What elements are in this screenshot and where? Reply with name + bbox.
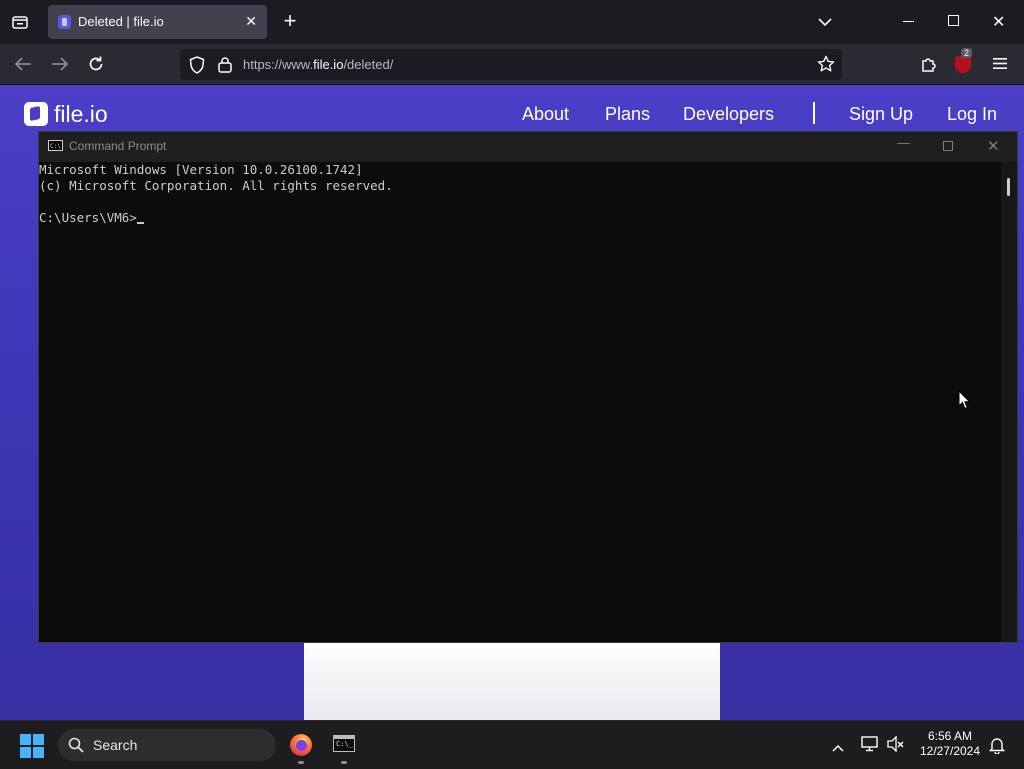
windows-start-icon[interactable] (20, 734, 45, 759)
menu-hamburger-icon[interactable] (993, 57, 1007, 75)
browser-tab-strip: Deleted | file.io ✕ + ✕ (0, 0, 1024, 44)
search-label: Search (93, 737, 138, 753)
command-prompt-window[interactable]: C:\ Command Prompt — ✕ Microsoft Windows… (38, 131, 1018, 643)
lock-icon[interactable] (218, 56, 232, 78)
nav-link-sign-up[interactable]: Sign Up (849, 104, 913, 125)
url-text[interactable]: https://www.file.io/deleted/ (243, 57, 393, 72)
shield-icon[interactable] (189, 56, 205, 79)
ublock-shield-icon[interactable]: 2 (955, 48, 973, 73)
running-indicator (341, 761, 347, 764)
console-line: Microsoft Windows [Version 10.0.26100.17… (39, 162, 363, 177)
tab-title: Deleted | file.io (78, 14, 164, 29)
nav-link-plans[interactable]: Plans (605, 104, 650, 125)
nav-link-log-in[interactable]: Log In (947, 104, 997, 125)
browser-nav-bar: https://www.file.io/deleted/ 2 (0, 44, 1024, 85)
clock-time: 6:56 AM (927, 729, 973, 743)
running-indicator (298, 761, 304, 764)
taskbar: Search C:\_ 6:56 AM 12/27/2024 (0, 720, 1024, 769)
nav-link-developers[interactable]: Developers (683, 104, 774, 125)
cmd-maximize-icon[interactable] (943, 141, 953, 151)
url-path: /deleted/ (343, 57, 394, 72)
nav-link-about[interactable]: About (522, 104, 569, 125)
text-cursor (136, 222, 144, 224)
extensions-puzzle-icon[interactable] (920, 55, 938, 78)
taskbar-firefox-button[interactable] (283, 727, 319, 764)
search-icon (68, 737, 84, 758)
site-logo[interactable]: file.io (24, 101, 108, 128)
fileio-favicon-icon (58, 15, 71, 29)
url-bar[interactable]: https://www.file.io/deleted/ (180, 49, 842, 80)
system-clock[interactable]: 6:56 AM 12/27/2024 (917, 729, 983, 759)
cmd-titlebar[interactable]: C:\ Command Prompt — ✕ (39, 132, 1017, 162)
logo-text: file.io (54, 101, 108, 127)
clock-date: 12/27/2024 (919, 744, 981, 758)
taskbar-search-box[interactable]: Search (58, 729, 276, 761)
console-prompt: C:\Users\VM6> (39, 210, 137, 225)
back-arrow-icon[interactable] (14, 56, 32, 77)
network-icon[interactable] (861, 736, 879, 757)
firefox-icon (290, 734, 312, 756)
forward-arrow-icon[interactable] (51, 56, 69, 77)
bookmark-star-icon[interactable] (817, 55, 835, 78)
cmd-scrollbar[interactable] (1001, 162, 1017, 642)
console-line: (c) Microsoft Corporation. All rights re… (39, 178, 393, 193)
url-host: file.io (313, 57, 344, 72)
content-card (304, 640, 720, 720)
fileio-logo-icon (24, 102, 48, 126)
mouse-pointer-icon (958, 389, 971, 415)
volume-muted-icon[interactable] (887, 735, 905, 757)
reload-icon[interactable] (87, 55, 105, 78)
browser-tab[interactable]: Deleted | file.io ✕ (48, 5, 267, 39)
taskbar-cmd-button[interactable]: C:\_ (326, 727, 362, 764)
restore-icon[interactable] (948, 15, 959, 26)
new-tab-icon[interactable]: + (280, 10, 300, 32)
cmd-scrollbar-thumb[interactable] (1007, 178, 1010, 196)
cmd-minimize-icon[interactable]: — (897, 135, 910, 150)
notification-bell-icon[interactable] (988, 736, 1006, 759)
cmd-title: Command Prompt (69, 139, 167, 153)
cmd-app-icon: C:\ (48, 140, 63, 151)
tray-overflow-chevron-icon[interactable] (832, 739, 844, 757)
console-output[interactable]: Microsoft Windows [Version 10.0.26100.17… (39, 162, 393, 242)
minimize-icon[interactable] (903, 21, 914, 22)
tab-overflow-chevron-icon[interactable] (818, 14, 832, 32)
terminal-icon: C:\_ (333, 735, 355, 752)
url-scheme: https://www. (243, 57, 314, 72)
window-close-icon[interactable]: ✕ (992, 12, 1005, 32)
tab-close-icon[interactable]: ✕ (245, 13, 257, 30)
nav-divider (813, 102, 815, 124)
extension-badge: 2 (961, 48, 973, 58)
tab-list-icon[interactable] (11, 13, 29, 31)
cmd-close-icon[interactable]: ✕ (987, 137, 1000, 155)
console-prompt-line: C:\Users\VM6> (39, 210, 144, 226)
